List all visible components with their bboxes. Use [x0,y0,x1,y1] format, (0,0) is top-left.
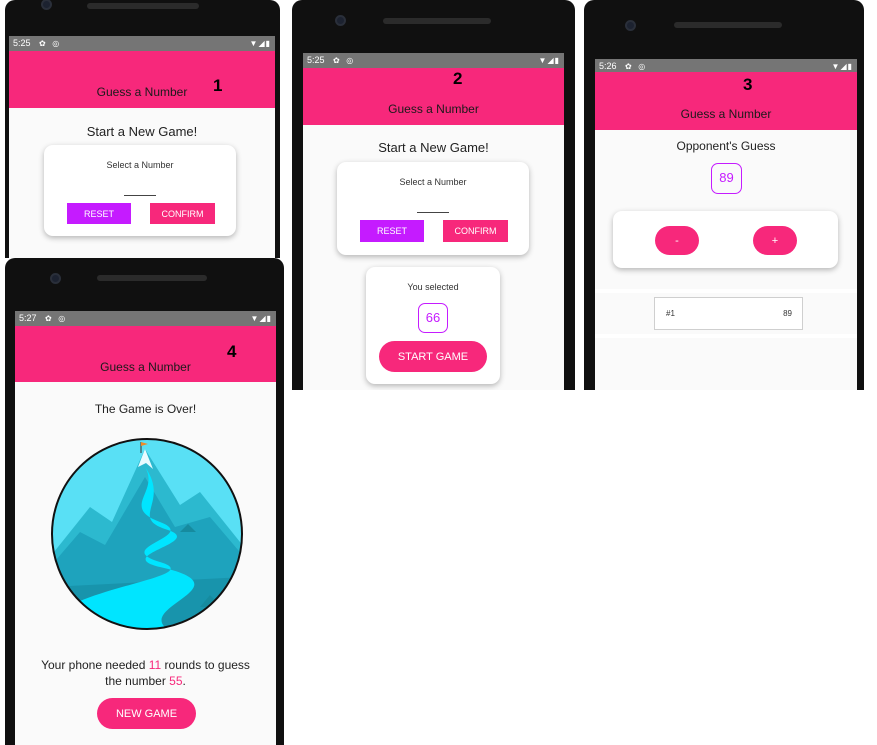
status-time: 5:25 [13,38,31,48]
summary-text: rounds to guess [161,658,250,672]
divider [595,334,857,338]
signal-icon: ◢ [258,39,266,48]
number-input[interactable] [417,212,449,213]
status-bar: 5:25 ✿ ◎ ▼◢▮ [303,53,564,68]
lower-button[interactable]: - [655,226,699,255]
phone-screen-2: 5:25 ✿ ◎ ▼◢▮ Guess a Number 2 Start a Ne… [292,0,575,390]
phone-screen-4: 5:27 ✿ ◎ ▼◢▮ Guess a Number 4 The Game i… [5,258,284,745]
confirm-button[interactable]: CONFIRM [150,203,215,224]
signal-icon: ◢ [547,56,555,65]
confirm-button[interactable]: CONFIRM [443,220,508,242]
camera [50,273,61,284]
sync-icon: ◎ [58,314,66,323]
start-game-button[interactable]: START GAME [379,341,487,372]
higher-button[interactable]: + [753,226,797,255]
speaker [97,275,207,281]
app-title: Guess a Number [100,360,191,374]
status-icons: ▼◢▮ [250,36,271,51]
user-number: 55 [169,674,183,688]
log-round: #1 [666,309,675,318]
selected-caption: You selected [407,282,459,292]
selected-number-card: You selected 66 START GAME [366,267,500,384]
card-caption: Select a Number [106,160,174,170]
speaker [383,18,491,24]
battery-icon: ▮ [847,62,853,71]
gear-icon: ✿ [45,314,52,323]
hint-card: - + [613,211,838,268]
status-bar: 5:25 ✿ ◎ ▼◢▮ [9,36,275,51]
sync-icon: ◎ [346,56,354,65]
speaker [87,3,199,9]
camera [41,0,52,10]
number-input-card: Select a Number RESET CONFIRM [337,162,529,255]
app-title: Guess a Number [96,85,188,99]
status-time: 5:25 [307,55,325,65]
phone-screen-1: 5:25 ✿ ◎ ▼◢▮ Guess a Number 1 Start a Ne… [5,0,280,258]
status-time: 5:27 [19,313,37,323]
camera [625,20,636,31]
app-bar: Guess a Number [303,68,564,125]
status-icons: ▼◢▮ [251,311,272,326]
app-bar: Guess a Number [15,326,276,382]
app-bar: Guess a Number [595,72,857,130]
page-title: Start a New Game! [378,140,489,155]
divider [595,289,857,293]
signal-icon: ◢ [840,62,848,71]
mountain-illustration [51,438,243,630]
battery-icon: ▮ [266,314,272,323]
new-game-button[interactable]: NEW GAME [97,698,196,729]
speaker [674,22,782,28]
reset-button[interactable]: RESET [360,220,424,242]
app-bar: Guess a Number [9,51,275,108]
phone-screen-3: 5:26 ✿ ◎ ▼◢▮ Guess a Number 3 Opponent's… [584,0,864,390]
status-bar: 5:27 ✿ ◎ ▼◢▮ [15,311,276,326]
screen-label: 2 [453,69,463,88]
guess-number: 89 [711,163,742,194]
gear-icon: ✿ [39,39,46,48]
game-summary: Your phone needed 11 rounds to guess the… [15,657,276,689]
camera [335,15,346,26]
summary-text: . [182,674,186,688]
app-title: Guess a Number [680,107,772,121]
summary-text: Your phone needed [41,658,149,672]
number-input[interactable] [124,195,156,196]
screen-label: 4 [227,342,237,361]
battery-icon: ▮ [265,39,271,48]
signal-icon: ◢ [259,314,267,323]
rounds-count: 11 [148,658,162,672]
sync-icon: ◎ [52,39,60,48]
gear-icon: ✿ [333,56,340,65]
battery-icon: ▮ [554,56,560,65]
app-title: Guess a Number [388,102,479,116]
summary-text: the number [105,674,170,688]
screen-label: 1 [213,76,223,95]
screen-label: 3 [743,75,753,94]
status-icons: ▼◢▮ [539,53,560,68]
list-item: #1 89 [654,297,803,330]
number-input-card: Select a Number RESET CONFIRM [44,145,236,236]
card-caption: Select a Number [399,177,467,187]
page-title: Opponent's Guess [676,139,776,153]
log-value: 89 [783,309,792,318]
selected-number: 66 [418,303,448,333]
reset-button[interactable]: RESET [67,203,131,224]
page-title: The Game is Over! [94,402,197,416]
page-title: Start a New Game! [86,124,198,139]
